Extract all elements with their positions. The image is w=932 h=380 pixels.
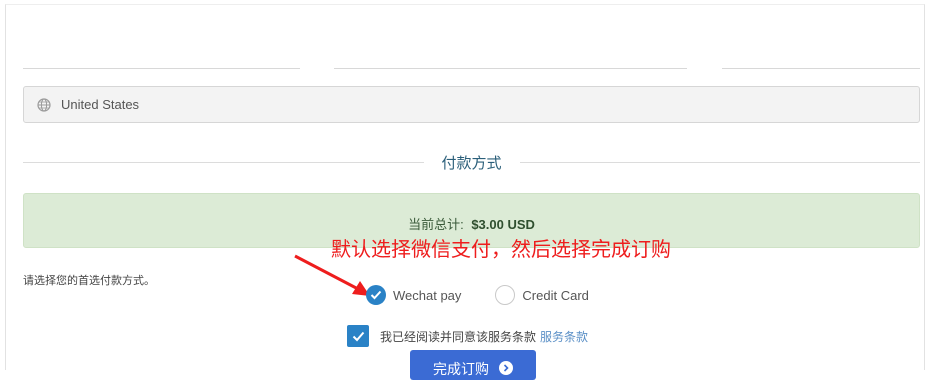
payment-option-wechat[interactable]: Wechat pay — [366, 285, 461, 305]
payment-prompt: 请选择您的首选付款方式。 — [23, 275, 155, 287]
payment-section-divider: 付款方式 — [23, 150, 921, 174]
check-icon — [352, 331, 364, 341]
divider-line-left — [23, 161, 424, 163]
terms-agreement: 我已经阅读并同意该服务条款 服务条款 — [347, 325, 588, 347]
divider-line-right — [519, 161, 921, 163]
credit-card-radio[interactable] — [495, 285, 516, 305]
globe-icon — [37, 97, 51, 112]
total-amount: $3.00 USD — [471, 217, 535, 232]
check-icon — [370, 290, 382, 300]
wechat-label: Wechat pay — [393, 287, 462, 303]
payment-option-credit-card[interactable]: Credit Card — [495, 285, 589, 305]
last-name-field[interactable] — [334, 68, 687, 69]
arrow-right-icon — [499, 361, 513, 375]
annotation-text: 默认选择微信支付，然后选择完成订购 — [331, 237, 671, 261]
phone-field[interactable] — [722, 68, 920, 69]
country-value: United States — [61, 97, 140, 112]
form-frame — [5, 4, 925, 370]
terms-checkbox[interactable] — [347, 325, 369, 347]
total-label: 当前总计: — [408, 217, 464, 232]
first-name-field[interactable] — [23, 68, 300, 69]
credit-card-label: Credit Card — [522, 287, 589, 303]
complete-order-label: 完成订购 — [433, 361, 489, 377]
terms-link[interactable]: 服务条款 — [540, 328, 588, 345]
terms-text: 我已经阅读并同意该服务条款 — [380, 329, 537, 344]
payment-section-heading: 付款方式 — [441, 154, 502, 172]
wechat-radio[interactable] — [366, 285, 386, 305]
complete-order-button[interactable]: 完成订购 — [410, 350, 536, 380]
country-select[interactable]: United States — [23, 86, 920, 123]
payment-method-group: Wechat pay Credit Card — [366, 285, 589, 305]
